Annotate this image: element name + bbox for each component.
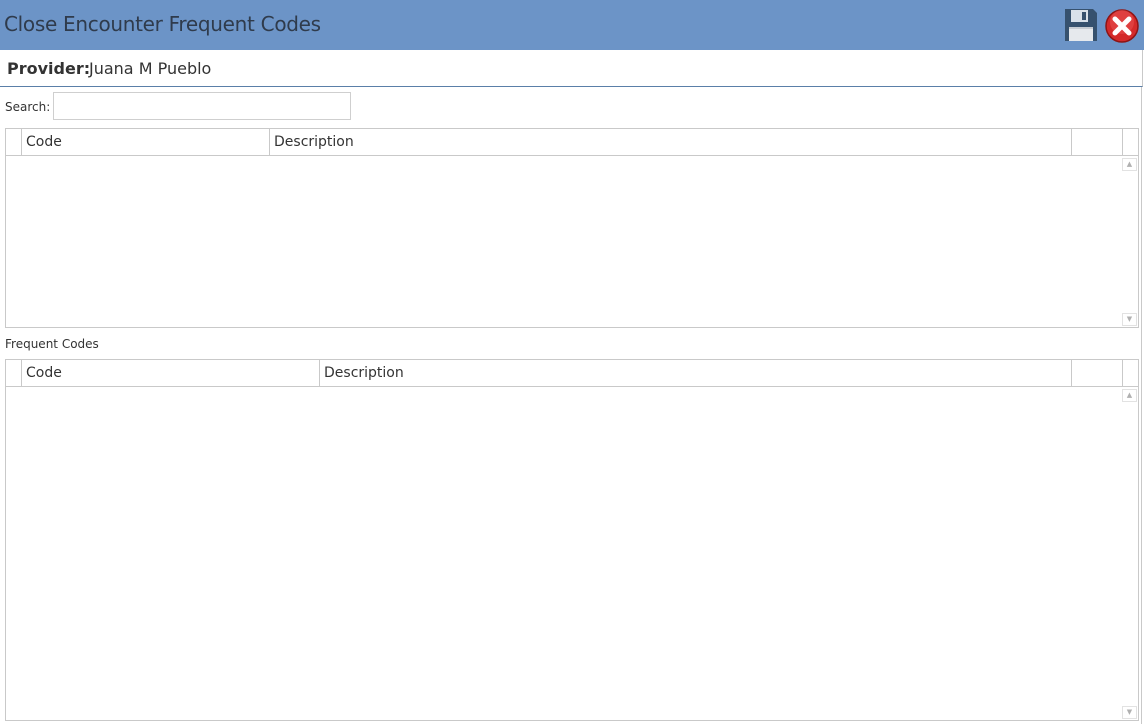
window-title: Close Encounter Frequent Codes — [4, 12, 321, 36]
search-results-grid: Code Description ▲ ▼ — [5, 128, 1139, 328]
provider-name: Juana M Pueblo — [89, 59, 212, 78]
search-results-header: Code Description — [6, 129, 1138, 156]
column-header-extra — [1072, 129, 1123, 155]
scroll-up-button[interactable]: ▲ — [1122, 389, 1137, 402]
close-button[interactable] — [1104, 8, 1140, 44]
column-header-description-label: Description — [274, 134, 354, 150]
column-header-code[interactable]: Code — [22, 129, 270, 155]
column-header-extra — [1072, 360, 1123, 386]
row-selector-header — [6, 129, 22, 155]
column-header-description[interactable]: Description — [270, 129, 1072, 155]
column-header-code[interactable]: Code — [22, 360, 320, 386]
column-header-description-label: Description — [324, 365, 404, 381]
search-input[interactable] — [53, 92, 351, 120]
frequent-codes-header: Code Description — [6, 360, 1138, 387]
right-border — [1141, 87, 1142, 724]
title-bar: Close Encounter Frequent Codes — [0, 0, 1144, 50]
save-button[interactable] — [1063, 7, 1099, 43]
frequent-codes-label: Frequent Codes — [5, 337, 99, 351]
provider-label: Provider: — [7, 59, 91, 78]
search-label: Search: — [5, 100, 51, 114]
close-x-icon — [1105, 9, 1139, 43]
floppy-disk-icon — [1065, 9, 1097, 41]
scroll-down-button[interactable]: ▼ — [1122, 313, 1137, 326]
row-selector-header — [6, 360, 22, 386]
column-header-code-label: Code — [26, 365, 62, 381]
column-header-description[interactable]: Description — [320, 360, 1072, 386]
scroll-down-button[interactable]: ▼ — [1122, 706, 1137, 719]
column-header-code-label: Code — [26, 134, 62, 150]
scroll-up-button[interactable]: ▲ — [1122, 158, 1137, 171]
frequent-codes-grid: Code Description ▲ ▼ — [5, 359, 1139, 721]
provider-row: Provider: Juana M Pueblo — [0, 50, 1143, 87]
